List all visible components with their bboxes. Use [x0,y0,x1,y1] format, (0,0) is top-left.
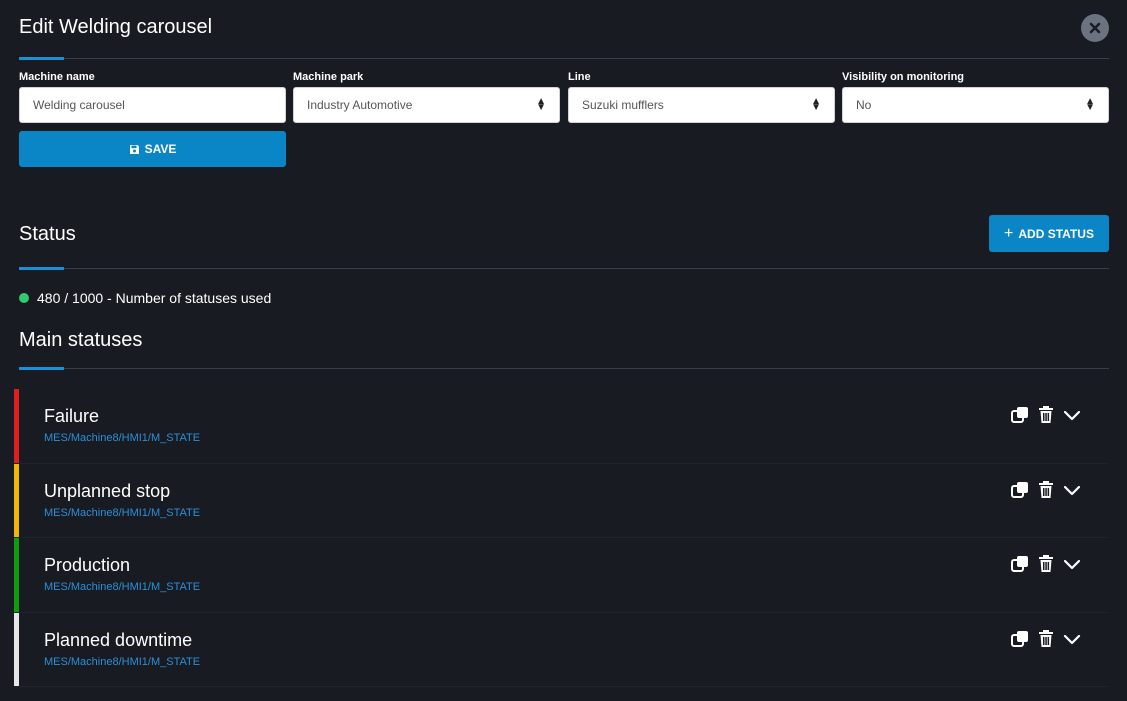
status-actions [1011,406,1081,424]
status-item-production[interactable]: Production MES/Machine8/HMI1/M_STATE [14,538,1109,613]
status-color-bar [14,538,19,612]
status-color-bar [14,463,19,537]
visibility-value: No [856,98,872,112]
duplicate-icon[interactable] [1011,406,1029,424]
line-label: Line [568,71,591,83]
line-value: Suzuki mufflers [582,98,664,112]
sort-caret-icon: ▲ ▼ [536,96,546,113]
status-actions [1011,629,1081,648]
status-color-bar [14,612,19,686]
sort-caret-icon: ▲ ▼ [811,96,821,113]
duplicate-icon[interactable] [1011,481,1029,499]
floppy-disk-icon [129,144,139,154]
status-usage-text: 480 / 1000 - Number of statuses used [37,290,272,306]
machine-park-select[interactable]: Industry Automotive ▲ ▼ [293,87,560,123]
main-statuses-title: Main statuses [19,329,143,351]
status-topic: MES/Machine8/HMI1/M_STATE [44,506,201,519]
save-label: SAVE [144,142,177,156]
status-dot-icon [19,293,29,303]
close-button[interactable] [1081,14,1109,42]
status-item-planned-downtime[interactable]: Planned downtime MES/Machine8/HMI1/M_STA… [14,612,1109,687]
trash-icon[interactable] [1038,406,1054,424]
machine-park-label: Machine park [293,71,364,83]
status-name: Unplanned stop [44,480,171,501]
status-divider-accent [19,267,64,270]
status-color-bar [14,389,19,463]
trash-icon[interactable] [1038,629,1054,648]
chevron-down-icon[interactable] [1063,555,1081,573]
status-name: Failure [44,406,100,426]
chevron-down-icon[interactable] [1063,630,1081,648]
status-name: Production [44,555,131,575]
chevron-down-icon[interactable] [1063,481,1081,499]
duplicate-icon[interactable] [1011,555,1029,573]
main-statuses-divider [19,368,1109,369]
machine-park-value: Industry Automotive [307,98,413,112]
status-name: Planned downtime [44,629,193,650]
page-title: Edit Welding carousel [19,16,213,38]
close-icon [1089,22,1101,34]
trash-icon[interactable] [1038,480,1054,499]
main-status-list: Failure MES/Machine8/HMI1/M_STATE Unplan… [14,389,1109,687]
status-item-failure[interactable]: Failure MES/Machine8/HMI1/M_STATE [14,389,1109,464]
add-status-button[interactable]: + ADD STATUS [989,215,1109,252]
status-topic: MES/Machine8/HMI1/M_STATE [44,581,201,593]
status-topic: MES/Machine8/HMI1/M_STATE [44,655,201,668]
status-topic: MES/Machine8/HMI1/M_STATE [44,432,201,444]
trash-icon[interactable] [1038,555,1054,573]
visibility-select[interactable]: No ▲ ▼ [842,87,1109,123]
plus-icon: + [1004,224,1014,242]
duplicate-icon[interactable] [1011,630,1029,648]
status-item-unplanned-stop[interactable]: Unplanned stop MES/Machine8/HMI1/M_STATE [14,463,1109,538]
status-section-title: Status [19,223,76,245]
machine-name-label: Machine name [19,71,95,83]
chevron-down-icon[interactable] [1063,406,1081,424]
status-divider [19,268,1109,269]
status-usage: 480 / 1000 - Number of statuses used [19,290,271,306]
main-statuses-divider-accent [19,367,64,370]
add-status-label: ADD STATUS [1018,226,1094,241]
sort-caret-icon: ▲ ▼ [1085,96,1095,113]
machine-name-input[interactable] [19,87,286,123]
visibility-label: Visibility on monitoring [842,71,965,83]
status-actions [1011,555,1081,573]
header-divider [19,58,1109,59]
save-button[interactable]: SAVE [19,131,286,167]
status-actions [1011,480,1081,499]
header-divider-accent [19,57,64,60]
line-select[interactable]: Suzuki mufflers ▲ ▼ [568,87,835,123]
